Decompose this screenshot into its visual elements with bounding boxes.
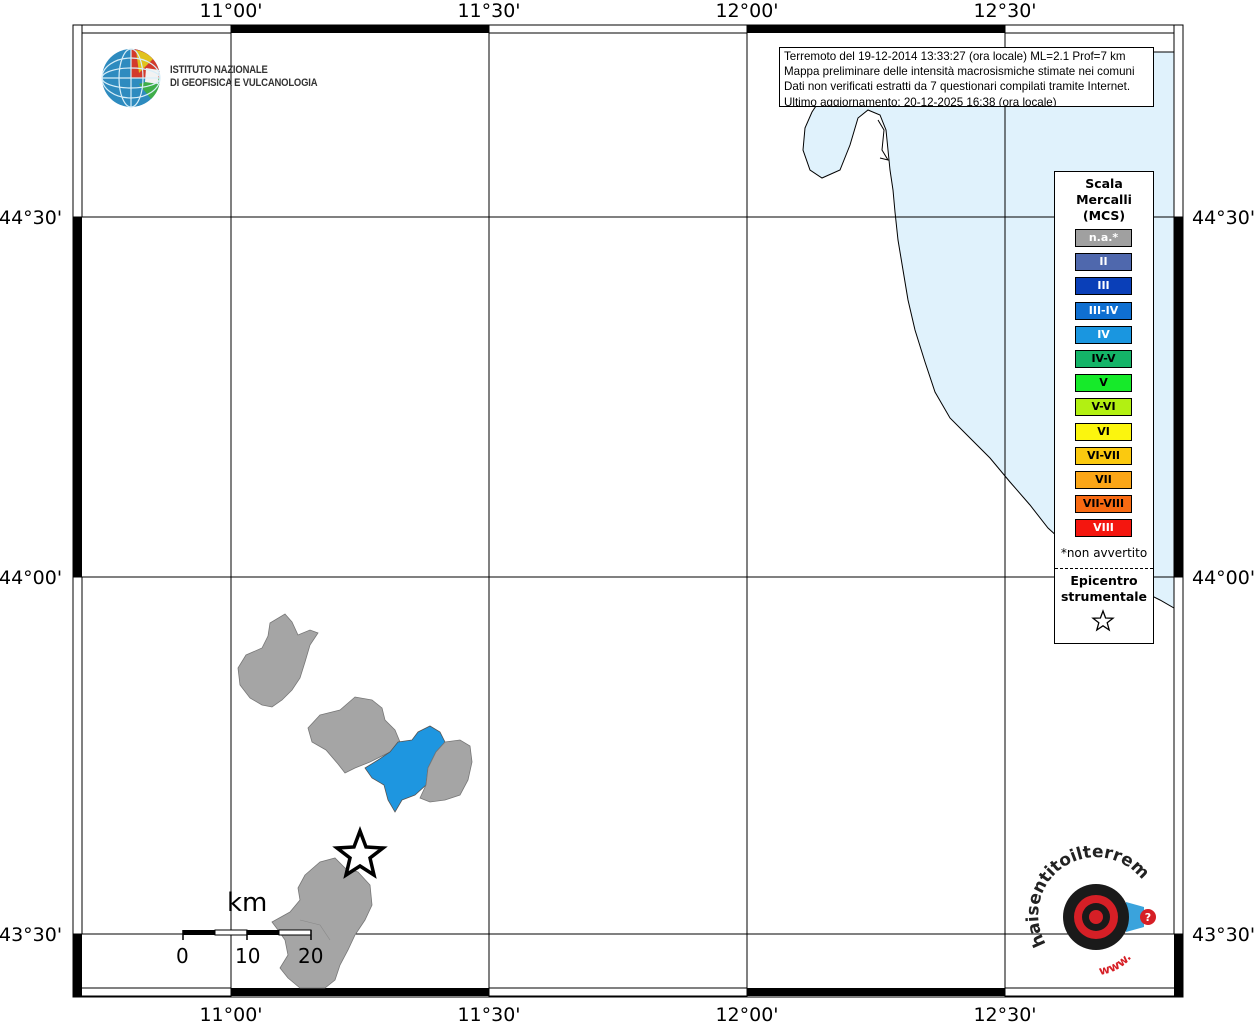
info-line-data: Dati non verificati estratti da 7 questi… bbox=[784, 80, 1131, 94]
municipality-na-1 bbox=[237, 613, 319, 708]
info-line-map: Mappa preliminare delle intensità macros… bbox=[784, 65, 1135, 79]
legend-epicenter-label: Epicentro strumentale bbox=[1055, 573, 1153, 605]
ingv-logo-line2: DI GEOFISICA E VULCANOLOGIA bbox=[170, 77, 318, 89]
lon-label-top: 12°00' bbox=[715, 0, 778, 22]
legend-item: VI-VII bbox=[1075, 446, 1132, 465]
lat-label-right: 44°30' bbox=[1192, 207, 1255, 229]
legend-note: *non avvertito bbox=[1060, 546, 1148, 560]
info-line-event: Terremoto del 19-12-2014 13:33:27 (ora l… bbox=[784, 50, 1126, 63]
legend-item: IV-V bbox=[1075, 350, 1132, 368]
legend-item: V bbox=[1075, 374, 1132, 393]
ingv-globe-logo bbox=[101, 48, 161, 108]
legend-divider bbox=[1055, 568, 1153, 569]
legend-item: IV bbox=[1075, 325, 1132, 344]
lon-label-top: 11°30' bbox=[457, 0, 520, 22]
svg-text:?: ? bbox=[1145, 911, 1151, 924]
municipality-na-4 bbox=[271, 857, 373, 989]
legend-item: VI bbox=[1075, 422, 1132, 441]
lat-label-left: 44°30' bbox=[0, 207, 62, 229]
legend-title: Scala Mercalli (MCS) bbox=[1055, 176, 1153, 224]
ingv-logo-text: ISTITUTO NAZIONALE DI GEOFISICA E VULCAN… bbox=[170, 64, 318, 90]
scale-unit-label: km bbox=[227, 888, 268, 918]
legend-item: III-IV bbox=[1075, 301, 1132, 320]
lon-label-top: 12°30' bbox=[973, 0, 1036, 22]
info-line-update: Ultimo aggiornamento: 20-12-2025 16:38 (… bbox=[784, 95, 1057, 107]
lat-label-left: 44°00' bbox=[0, 567, 62, 589]
legend-item: n.a.* bbox=[1075, 229, 1132, 247]
lon-label-bottom: 11°30' bbox=[457, 1004, 520, 1024]
lat-label-right: 44°00' bbox=[1192, 567, 1255, 589]
legend-item: VII-VIII bbox=[1075, 495, 1132, 514]
lat-label-right: 43°30' bbox=[1192, 924, 1255, 946]
lat-label-left: 43°30' bbox=[0, 924, 62, 946]
hsit-target-logo: ? bbox=[1063, 884, 1156, 950]
legend-item: V-VI bbox=[1075, 398, 1132, 417]
ingv-logo-line1: ISTITUTO NAZIONALE bbox=[170, 64, 268, 76]
scale-tick-label: 10 bbox=[235, 944, 261, 968]
lon-label-top: 11°00' bbox=[199, 0, 262, 22]
legend-item: II bbox=[1075, 253, 1132, 272]
scale-tick-label: 0 bbox=[176, 944, 189, 968]
legend-title-line: Scala bbox=[1085, 176, 1123, 191]
legend-title-line: (MCS) bbox=[1082, 208, 1126, 223]
scale-tick-label: 20 bbox=[298, 944, 324, 968]
legend-title-line: Mercalli bbox=[1076, 192, 1132, 207]
legend-item: III bbox=[1075, 277, 1132, 296]
event-info-box: Terremoto del 19-12-2014 13:33:27 (ora l… bbox=[779, 47, 1154, 107]
legend-epicenter-line: strumentale bbox=[1060, 589, 1148, 604]
star-icon bbox=[1091, 609, 1115, 632]
lon-label-bottom: 12°00' bbox=[715, 1004, 778, 1024]
lon-label-bottom: 11°00' bbox=[199, 1004, 262, 1024]
legend-item: VII bbox=[1075, 471, 1132, 489]
legend-epicenter-line: Epicentro bbox=[1070, 573, 1138, 588]
mcs-legend: Scala Mercalli (MCS) n.a.* II III III-IV IV I… bbox=[1054, 171, 1154, 644]
legend-item: VIII bbox=[1075, 519, 1132, 538]
hsit-www-text: www. bbox=[1098, 950, 1134, 978]
lon-label-bottom: 12°30' bbox=[973, 1004, 1036, 1024]
